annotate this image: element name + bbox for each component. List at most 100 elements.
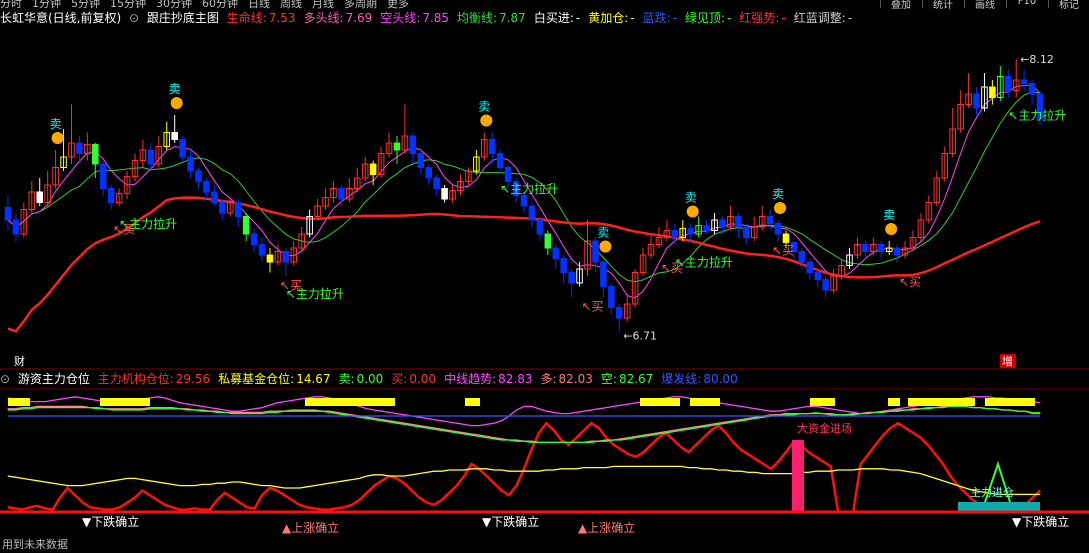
period-toolbar: 分时 1分钟 5分钟 15分钟 30分钟 60分钟 日线 周线 月线 多周期 更多 叠加 统计 画线 F1… — [0, 0, 1089, 9]
buy-marker: ↖买 — [899, 275, 921, 289]
item-label: 白买进: — [533, 11, 574, 25]
tab-9[interactable]: 多周期 — [344, 0, 377, 9]
item-value: - — [672, 11, 677, 25]
candle — [727, 206, 734, 231]
money-bag-icon — [885, 223, 898, 235]
trend-label: ▲上涨确立 — [282, 520, 339, 534]
tab-0[interactable]: 分时 — [0, 0, 22, 9]
stock-title: 长虹华意(日线,前复权) — [0, 11, 122, 25]
sub-item-0: 主力机构仓位: 29.56 — [98, 372, 214, 386]
sell-marker: 卖 — [50, 117, 62, 131]
candle — [981, 73, 988, 112]
item-label: 爆发线: — [661, 372, 702, 386]
main-item-5: 黄加仓: - — [588, 11, 638, 25]
candle — [385, 132, 393, 157]
candle — [179, 136, 186, 161]
toolbar-button-4[interactable]: 标记 — [1048, 0, 1089, 9]
tab-3[interactable]: 15分钟 — [110, 0, 146, 9]
toolbar-button-1[interactable]: 统计 — [922, 0, 963, 9]
tab-1[interactable]: 1分钟 — [32, 0, 61, 9]
candle — [989, 80, 996, 105]
candle — [536, 216, 544, 241]
money-bag-icon — [774, 202, 787, 214]
toolbar-button-3[interactable]: F10 — [1006, 0, 1047, 8]
chevron-down-icon[interactable]: ⊙ — [0, 372, 10, 386]
candle — [544, 230, 552, 255]
candle — [211, 185, 218, 206]
candle — [822, 276, 829, 297]
high-price-label: ←8.12 — [1020, 53, 1054, 66]
chevron-down-icon[interactable]: ⊙ — [129, 11, 139, 25]
main-item-2: 空头线: 7.85 — [380, 11, 453, 25]
sub-item-2: 卖: 0.00 — [339, 372, 388, 386]
candle — [750, 216, 758, 241]
candlestick-chart[interactable]: 卖↖买↖主力拉升卖↖买↖主力拉升卖↖主力拉升卖↖买↖买↖主力拉升卖 卖↖买卖↖买↖… — [0, 28, 1089, 370]
candle — [322, 188, 329, 210]
candle — [846, 248, 853, 269]
item-label: 空头线: — [380, 11, 421, 25]
indicator-name[interactable]: 跟庄抄底主图 — [147, 11, 219, 25]
buy-marker: ↖买 — [772, 244, 794, 258]
zeng-badge[interactable]: 增 — [1002, 354, 1013, 368]
toolbar-button-2[interactable]: 画线 — [964, 0, 1005, 9]
candle — [719, 216, 726, 234]
signal-block — [908, 398, 975, 406]
main-item-9: 红蓝调整: - — [794, 11, 856, 25]
item-value: - — [575, 11, 581, 25]
position-indicator-chart[interactable]: 大资金进场主力进仓 ▼下跌确立 ▲上涨确立 ▼下跌确立 ▲上涨确立 ▼下跌确立 — [0, 388, 1089, 534]
item-label: 红蓝调整: — [793, 11, 846, 25]
candle — [639, 248, 647, 276]
tab-2[interactable]: 5分钟 — [71, 0, 100, 9]
candle — [743, 223, 750, 245]
candle — [346, 178, 353, 203]
sub-indicator-name[interactable]: 游资主力仓位 — [18, 372, 90, 386]
candle — [441, 185, 448, 203]
candle — [560, 255, 567, 283]
period-tabs: 分时 1分钟 5分钟 15分钟 30分钟 60分钟 日线 周线 月线 多周期 更多 — [0, 0, 419, 9]
candle — [52, 150, 59, 189]
signal-block — [465, 398, 480, 406]
candle — [473, 150, 480, 175]
candle — [528, 202, 536, 227]
tab-4[interactable]: 30分钟 — [156, 0, 192, 9]
tab-10[interactable]: 更多 — [387, 0, 409, 9]
tab-5[interactable]: 60分钟 — [202, 0, 238, 9]
trend-label: ▼下跌确立 — [82, 514, 139, 529]
tab-8[interactable]: 月线 — [312, 0, 334, 9]
candle — [631, 269, 639, 308]
candle — [234, 199, 242, 227]
item-label: 买: — [391, 372, 408, 386]
candle — [671, 223, 679, 245]
candle — [893, 244, 901, 262]
candle — [957, 90, 964, 133]
item-value: 82.67 — [618, 372, 654, 386]
candle — [12, 213, 20, 241]
main-item-7: 绿见顶: - — [685, 11, 735, 25]
candle — [608, 283, 615, 315]
item-value: - — [727, 11, 732, 25]
candle — [735, 213, 742, 238]
toolbar-button-0[interactable]: 叠加 — [880, 0, 921, 9]
candle — [830, 269, 837, 294]
main-force-marker: ↖主力拉升 — [286, 286, 344, 301]
tab-6[interactable]: 日线 — [248, 0, 270, 9]
candle — [36, 178, 44, 206]
signal-block — [100, 398, 150, 406]
candle — [115, 188, 123, 206]
candle — [258, 237, 266, 262]
candle — [250, 227, 258, 252]
candle — [4, 195, 12, 231]
cai-badge[interactable]: 财 — [14, 354, 25, 368]
tab-7[interactable]: 周线 — [280, 0, 302, 9]
item-label: 均衡线: — [457, 11, 498, 25]
candle — [298, 227, 305, 252]
candle — [242, 213, 250, 241]
candle — [1012, 59, 1020, 98]
item-label: 中线趋势: — [444, 372, 497, 386]
candle — [290, 241, 298, 266]
candle — [425, 164, 433, 185]
short-line — [7, 405, 1041, 444]
candle — [695, 216, 702, 238]
main-indicator-header: 长虹华意(日线,前复权) ⊙ 跟庄抄底主图 生命线: 7.53 多头线: 7.69 空头… — [0, 9, 864, 27]
candle — [806, 258, 814, 280]
